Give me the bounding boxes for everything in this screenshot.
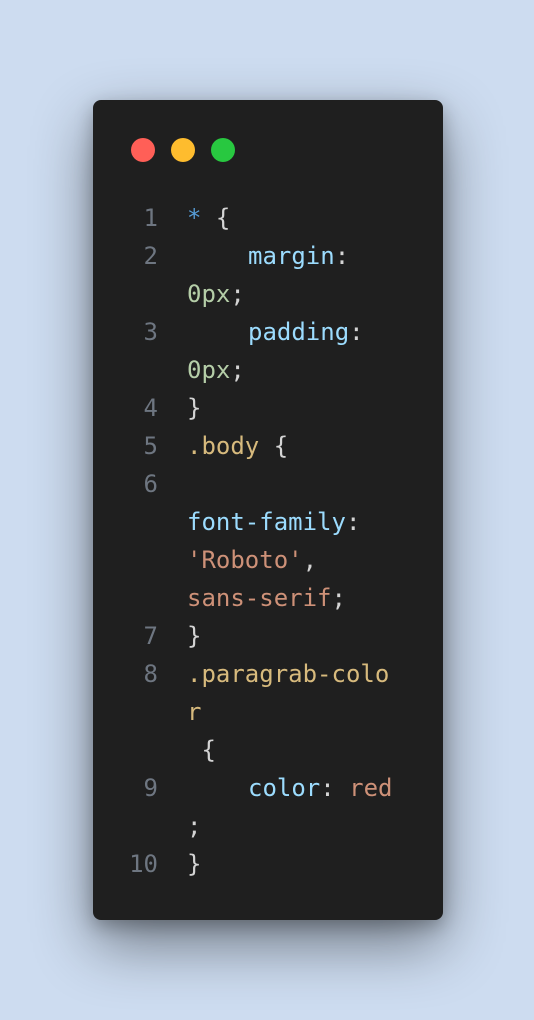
line-number: 5 (143, 432, 158, 460)
line-number: 3 (143, 318, 158, 346)
line-number: 4 (143, 394, 158, 422)
open-brace: { (259, 432, 289, 460)
code-window: 1 2 3 4 5 6 7 8 9 10 * { margin: 0px; pa… (93, 100, 443, 920)
class-selector: .paragrab-colo (187, 660, 390, 688)
semicolon: ; (230, 356, 245, 384)
close-brace: } (187, 622, 202, 650)
universal-selector: * (187, 204, 202, 232)
css-property: color (248, 774, 321, 802)
colon: : (334, 242, 350, 270)
css-value: 0px (187, 280, 231, 308)
css-value: red (349, 774, 393, 802)
line-number: 8 (143, 660, 158, 688)
line-number: 10 (129, 850, 158, 878)
colon: : (349, 318, 364, 346)
code-line: margin: (248, 237, 349, 275)
semicolon: ; (331, 584, 346, 612)
css-string: 'Roboto' (187, 546, 303, 574)
code-line-wrap: 0px; (187, 351, 245, 389)
code-line-wrap: 'Roboto', (187, 541, 317, 579)
class-selector-wrap: r (187, 698, 202, 726)
class-selector: .body (187, 432, 260, 460)
line-number: 6 (143, 470, 158, 498)
colon: : (320, 774, 350, 802)
line-number: 2 (143, 242, 158, 270)
css-property: margin (248, 242, 335, 270)
line-number: 7 (143, 622, 158, 650)
open-brace: { (201, 204, 231, 232)
css-value: 0px (187, 356, 231, 384)
close-dot[interactable] (131, 138, 155, 162)
close-brace: } (187, 850, 202, 878)
code-line: padding: (248, 313, 364, 351)
code-line: .body { (187, 427, 288, 465)
open-brace: { (187, 736, 216, 764)
code-line-wrap: 0px; (187, 275, 245, 313)
maximize-dot[interactable] (211, 138, 235, 162)
line-number: 9 (143, 774, 158, 802)
colon: : (345, 508, 361, 536)
line-number: 1 (143, 204, 158, 232)
close-brace: } (187, 394, 202, 422)
comma: , (302, 546, 318, 574)
code-line-wrap: font-family: (187, 503, 360, 541)
semicolon: ; (230, 280, 245, 308)
code-line: color: red (248, 769, 393, 807)
css-property: padding (248, 318, 350, 346)
css-value: sans-serif (187, 584, 332, 612)
minimize-dot[interactable] (171, 138, 195, 162)
code-line-wrap: sans-serif; (187, 579, 346, 617)
code-line: * { (187, 199, 230, 237)
css-property: font-family (187, 508, 346, 536)
semicolon: ; (187, 812, 202, 840)
